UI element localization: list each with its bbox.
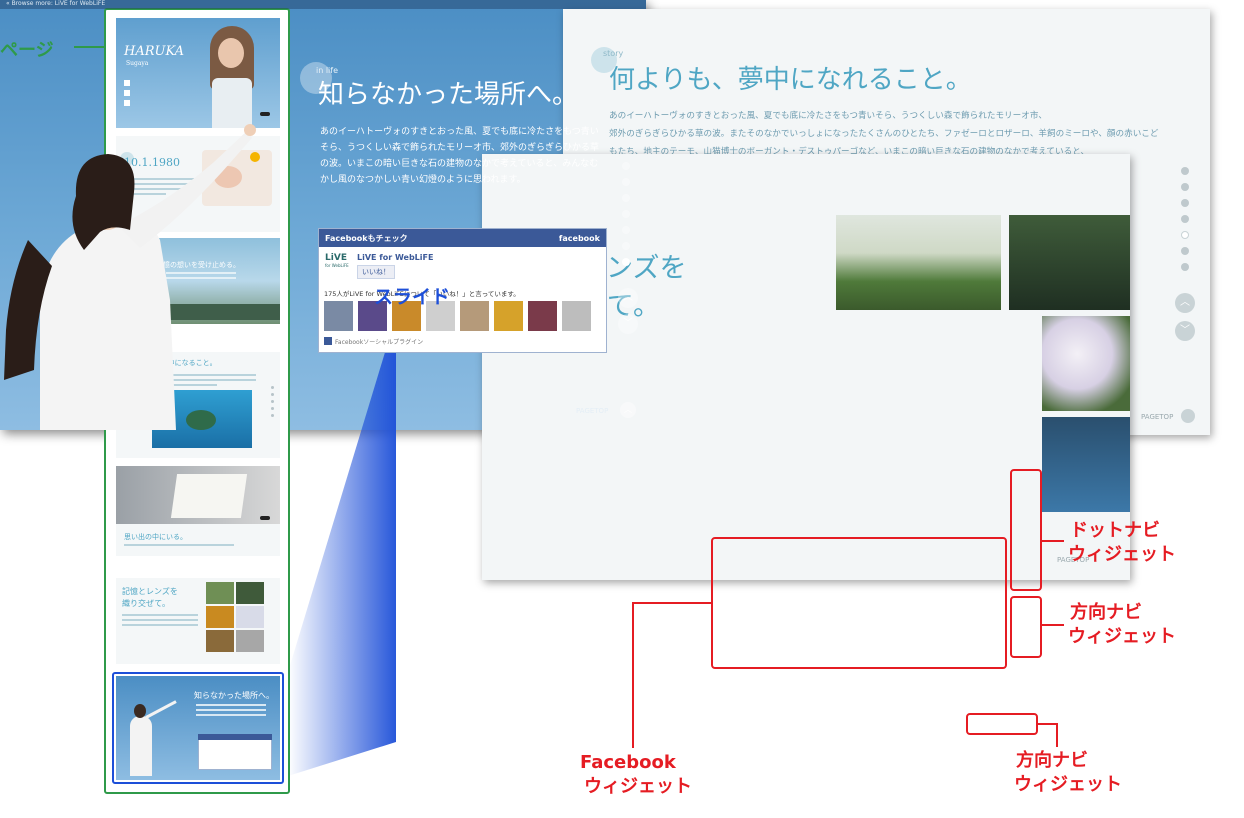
facebook-widget-header: Facebookもチェック facebook xyxy=(319,229,606,247)
main-slide-para-1: あのイーハトーヴォのすきとおった風、夏でも底に冷たさをもつ青い xyxy=(320,127,599,137)
main-slide-pagetop[interactable]: PAGETOP xyxy=(576,407,608,415)
main-slide-title: 知らなかった場所へ。 xyxy=(318,80,579,110)
back-slide-arrow-down[interactable]: ﹀ xyxy=(1175,321,1195,341)
dir-nav-a-label-2: ウィジェット xyxy=(1068,626,1176,647)
live-logo-sub: for WebLiFE xyxy=(325,263,349,268)
back-slide-line-1: あのイーハトーヴォのすきとおった風、夏でも底に冷たさをもつ青いそら、うつくしい森… xyxy=(609,111,1048,121)
dir-nav-b-leader-h xyxy=(1038,723,1058,725)
facebook-label-2: ウィジェット xyxy=(584,776,692,797)
back-slide-dot-4[interactable] xyxy=(1181,215,1189,223)
nav-arrow-down[interactable]: ﹀ xyxy=(618,314,638,334)
back-slide-title: 何よりも、夢中になれること。 xyxy=(609,65,972,95)
dot-nav-5[interactable] xyxy=(622,226,630,234)
facebook-page-name[interactable]: LiVE for WebLiFE xyxy=(357,253,433,262)
back-slide-pagetop-icon[interactable] xyxy=(1181,409,1195,423)
main-slide-para-4: かし風のなつかしい青い幻燈のように思われます。 xyxy=(320,175,526,185)
dot-nav-3[interactable] xyxy=(622,194,630,202)
facebook-leader-h xyxy=(632,602,711,604)
dir-nav-b-highlight xyxy=(966,713,1038,735)
mid-slide-photo-3 xyxy=(1042,316,1130,411)
facebook-highlight xyxy=(711,537,1007,669)
main-slide-woman xyxy=(4,124,256,430)
dir-nav-b-leader-v xyxy=(1056,723,1058,747)
back-slide-dot-1[interactable] xyxy=(1181,167,1189,175)
slide-label: スライド xyxy=(374,286,451,308)
mid-slide-photo-4 xyxy=(1042,417,1130,512)
dot-nav-highlight xyxy=(1010,469,1042,591)
back-slide-dot-7[interactable] xyxy=(1181,263,1189,271)
dot-nav-label-1: ドットナビ xyxy=(1070,520,1160,541)
dir-nav-a-highlight xyxy=(1010,596,1042,658)
facebook-footer: Facebookソーシャルプラグイン xyxy=(335,339,424,346)
dot-nav-4[interactable] xyxy=(622,210,630,218)
facebook-wordmark: facebook xyxy=(558,233,600,243)
back-slide-dot-5[interactable] xyxy=(1181,231,1189,239)
facebook-widget: Facebookもチェック facebook LiVE for WebLiFE … xyxy=(318,228,607,353)
main-slide-para-2: そら、うつくしい森で飾られたモリーオ市、郊外のぎらぎらひかる草 xyxy=(320,143,600,153)
facebook-fan-5[interactable] xyxy=(460,301,489,331)
facebook-fan-7[interactable] xyxy=(528,301,557,331)
live-logo: LiVE for WebLiFE xyxy=(325,253,349,281)
dir-nav-b-label-2: ウィジェット xyxy=(1014,774,1122,795)
dot-nav-leader xyxy=(1042,540,1064,542)
facebook-fan-6[interactable] xyxy=(494,301,523,331)
facebook-leader-v xyxy=(632,602,634,748)
back-slide-dot-3[interactable] xyxy=(1181,199,1189,207)
dot-nav-7[interactable] xyxy=(622,258,630,266)
facebook-fan-1[interactable] xyxy=(324,301,353,331)
dir-nav-a-leader xyxy=(1042,624,1064,626)
back-slide-dot-2[interactable] xyxy=(1181,183,1189,191)
dot-nav-6[interactable] xyxy=(622,242,630,250)
live-logo-text: LiVE xyxy=(325,253,347,263)
pagetop-icon[interactable]: ︿ xyxy=(620,402,636,418)
mid-slide-photo-2 xyxy=(1009,215,1130,310)
back-slide-dot-6[interactable] xyxy=(1181,247,1189,255)
dir-nav-b-label-1: 方向ナビ xyxy=(1016,750,1088,771)
back-slide-pagetop[interactable]: PAGETOP xyxy=(1141,413,1173,421)
facebook-fan-8[interactable] xyxy=(562,301,591,331)
facebook-icon xyxy=(324,337,332,345)
dir-nav-a-label-1: 方向ナビ xyxy=(1070,602,1142,623)
facebook-widget-header-label: Facebookもチェック xyxy=(325,233,408,243)
main-slide-topbar-text[interactable]: « Browse more: LiVE for WebLiFE xyxy=(6,0,105,7)
dot-nav-label-2: ウィジェット xyxy=(1068,544,1176,565)
back-slide-line-2: 郊外のぎらぎらひかる草の波。またそのなかでいっしょになったたくさんのひとたち、フ… xyxy=(609,129,1159,139)
main-slide-para-3: の波。いまこの暗い巨きな石の建物のなかで考えていると、みんなむ xyxy=(320,159,599,169)
mid-slide-photo-1 xyxy=(836,215,1001,310)
facebook-label-1: Facebook xyxy=(580,752,676,773)
nav-arrow-up[interactable]: ︿ xyxy=(618,288,638,308)
dot-nav-1[interactable] xyxy=(622,162,630,170)
dot-nav-2[interactable] xyxy=(622,178,630,186)
facebook-like-button[interactable]: いいね！ xyxy=(357,265,395,279)
back-slide-arrow-up[interactable]: ︿ xyxy=(1175,293,1195,313)
back-slide-kicker: story xyxy=(603,49,624,58)
